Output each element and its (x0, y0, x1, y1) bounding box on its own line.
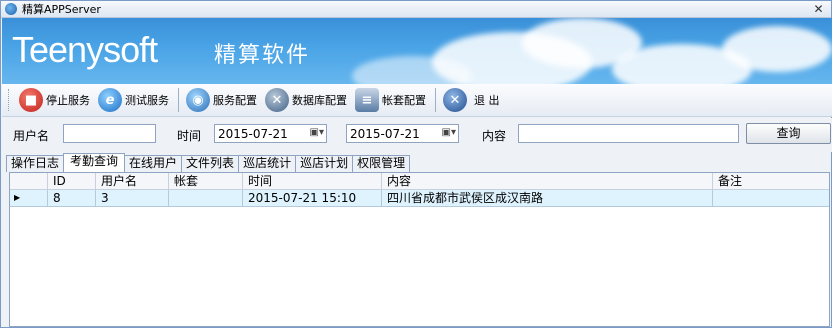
banner: Teenysoft 精算软件 (2, 18, 832, 84)
grid-header: ID 用户名 帐套 时间 内容 备注 (10, 173, 829, 190)
tab-attendance-query[interactable]: 考勤查询 (63, 153, 126, 172)
filter-bar: 用户名 时间 2015-07-21 ▣▾ 2015-07-21 ▣▾ 内容 查询 (2, 118, 832, 152)
app-window: 精算APPServer ✕ Teenysoft 精算软件 ■ 停止服务 e 测试… (0, 0, 832, 328)
brand-logo: Teenysoft (12, 29, 158, 70)
column-header-id[interactable]: ID (48, 173, 96, 190)
close-button[interactable]: ✕ (812, 3, 825, 16)
toolbar-grip (8, 89, 10, 111)
attendance-grid[interactable]: ID 用户名 帐套 时间 内容 备注 ▶ 8 3 2015-07-21 15:1… (9, 172, 830, 327)
ie-browser-icon: e (98, 88, 122, 112)
window-title: 精算APPServer (22, 3, 101, 16)
brand-name-cn: 精算软件 (214, 43, 311, 68)
tab-store-patrol-plan[interactable]: 巡店计划 (295, 155, 354, 172)
database-icon: ≡ (355, 88, 379, 112)
stop-service-button[interactable]: ■ 停止服务 (16, 86, 93, 114)
date-to-picker[interactable]: 2015-07-21 ▣▾ (346, 124, 459, 143)
column-header-username[interactable]: 用户名 (96, 173, 169, 190)
column-header-content[interactable]: 内容 (382, 173, 713, 190)
database-config-button[interactable]: ✕ 数据库配置 (262, 86, 350, 114)
tab-strip: 操作日志 考勤查询 在线用户 文件列表 巡店统计 巡店计划 权限管理 (6, 153, 411, 172)
tab-permission-management[interactable]: 权限管理 (352, 155, 411, 172)
date-from-value: 2015-07-21 (218, 126, 288, 141)
globe-config-icon: ◉ (186, 88, 210, 112)
exit-button[interactable]: ✕ 退 出 (440, 86, 503, 114)
cell-content[interactable]: 四川省成都市武侯区成汉南路 (382, 190, 713, 207)
cell-time[interactable]: 2015-07-21 15:10 (243, 190, 382, 207)
tab-online-users[interactable]: 在线用户 (124, 155, 183, 172)
tab-operation-log[interactable]: 操作日志 (6, 155, 65, 172)
service-config-button[interactable]: ◉ 服务配置 (183, 86, 260, 114)
search-button[interactable]: 查询 (746, 123, 831, 144)
cell-account[interactable] (169, 190, 243, 207)
column-header-time[interactable]: 时间 (243, 173, 382, 190)
cell-remark[interactable] (713, 190, 829, 207)
time-label: 时间 (177, 129, 202, 143)
column-header-indicator[interactable] (10, 173, 48, 190)
user-label: 用户名 (13, 129, 50, 143)
content-input[interactable] (518, 124, 739, 143)
app-icon (5, 3, 17, 15)
title-bar: 精算APPServer ✕ (1, 1, 831, 18)
test-service-button[interactable]: e 测试服务 (95, 86, 172, 114)
date-to-value: 2015-07-21 (350, 126, 420, 141)
cell-username[interactable]: 3 (96, 190, 169, 207)
column-header-remark[interactable]: 备注 (713, 173, 829, 190)
toolbar-separator (178, 88, 179, 112)
column-header-account[interactable]: 帐套 (169, 173, 243, 190)
calendar-dropdown-icon[interactable]: ▣▾ (310, 127, 324, 138)
exit-icon: ✕ (443, 88, 467, 112)
tab-store-patrol-stats[interactable]: 巡店统计 (238, 155, 297, 172)
toolbar: ■ 停止服务 e 测试服务 ◉ 服务配置 ✕ 数据库配置 ≡ 帐套配置 ✕ 退 … (2, 84, 832, 117)
calendar-dropdown-icon[interactable]: ▣▾ (442, 127, 456, 138)
table-row[interactable]: ▶ 8 3 2015-07-21 15:10 四川省成都市武侯区成汉南路 (10, 190, 829, 207)
account-config-button[interactable]: ≡ 帐套配置 (352, 86, 429, 114)
user-input[interactable] (63, 124, 156, 143)
toolbar-separator (435, 88, 436, 112)
content-label: 内容 (482, 129, 507, 143)
tab-file-list[interactable]: 文件列表 (181, 155, 240, 172)
row-selector-icon[interactable]: ▶ (10, 190, 48, 207)
cell-id[interactable]: 8 (48, 190, 96, 207)
tools-icon: ✕ (265, 88, 289, 112)
stop-service-icon: ■ (19, 88, 43, 112)
date-from-picker[interactable]: 2015-07-21 ▣▾ (214, 124, 327, 143)
